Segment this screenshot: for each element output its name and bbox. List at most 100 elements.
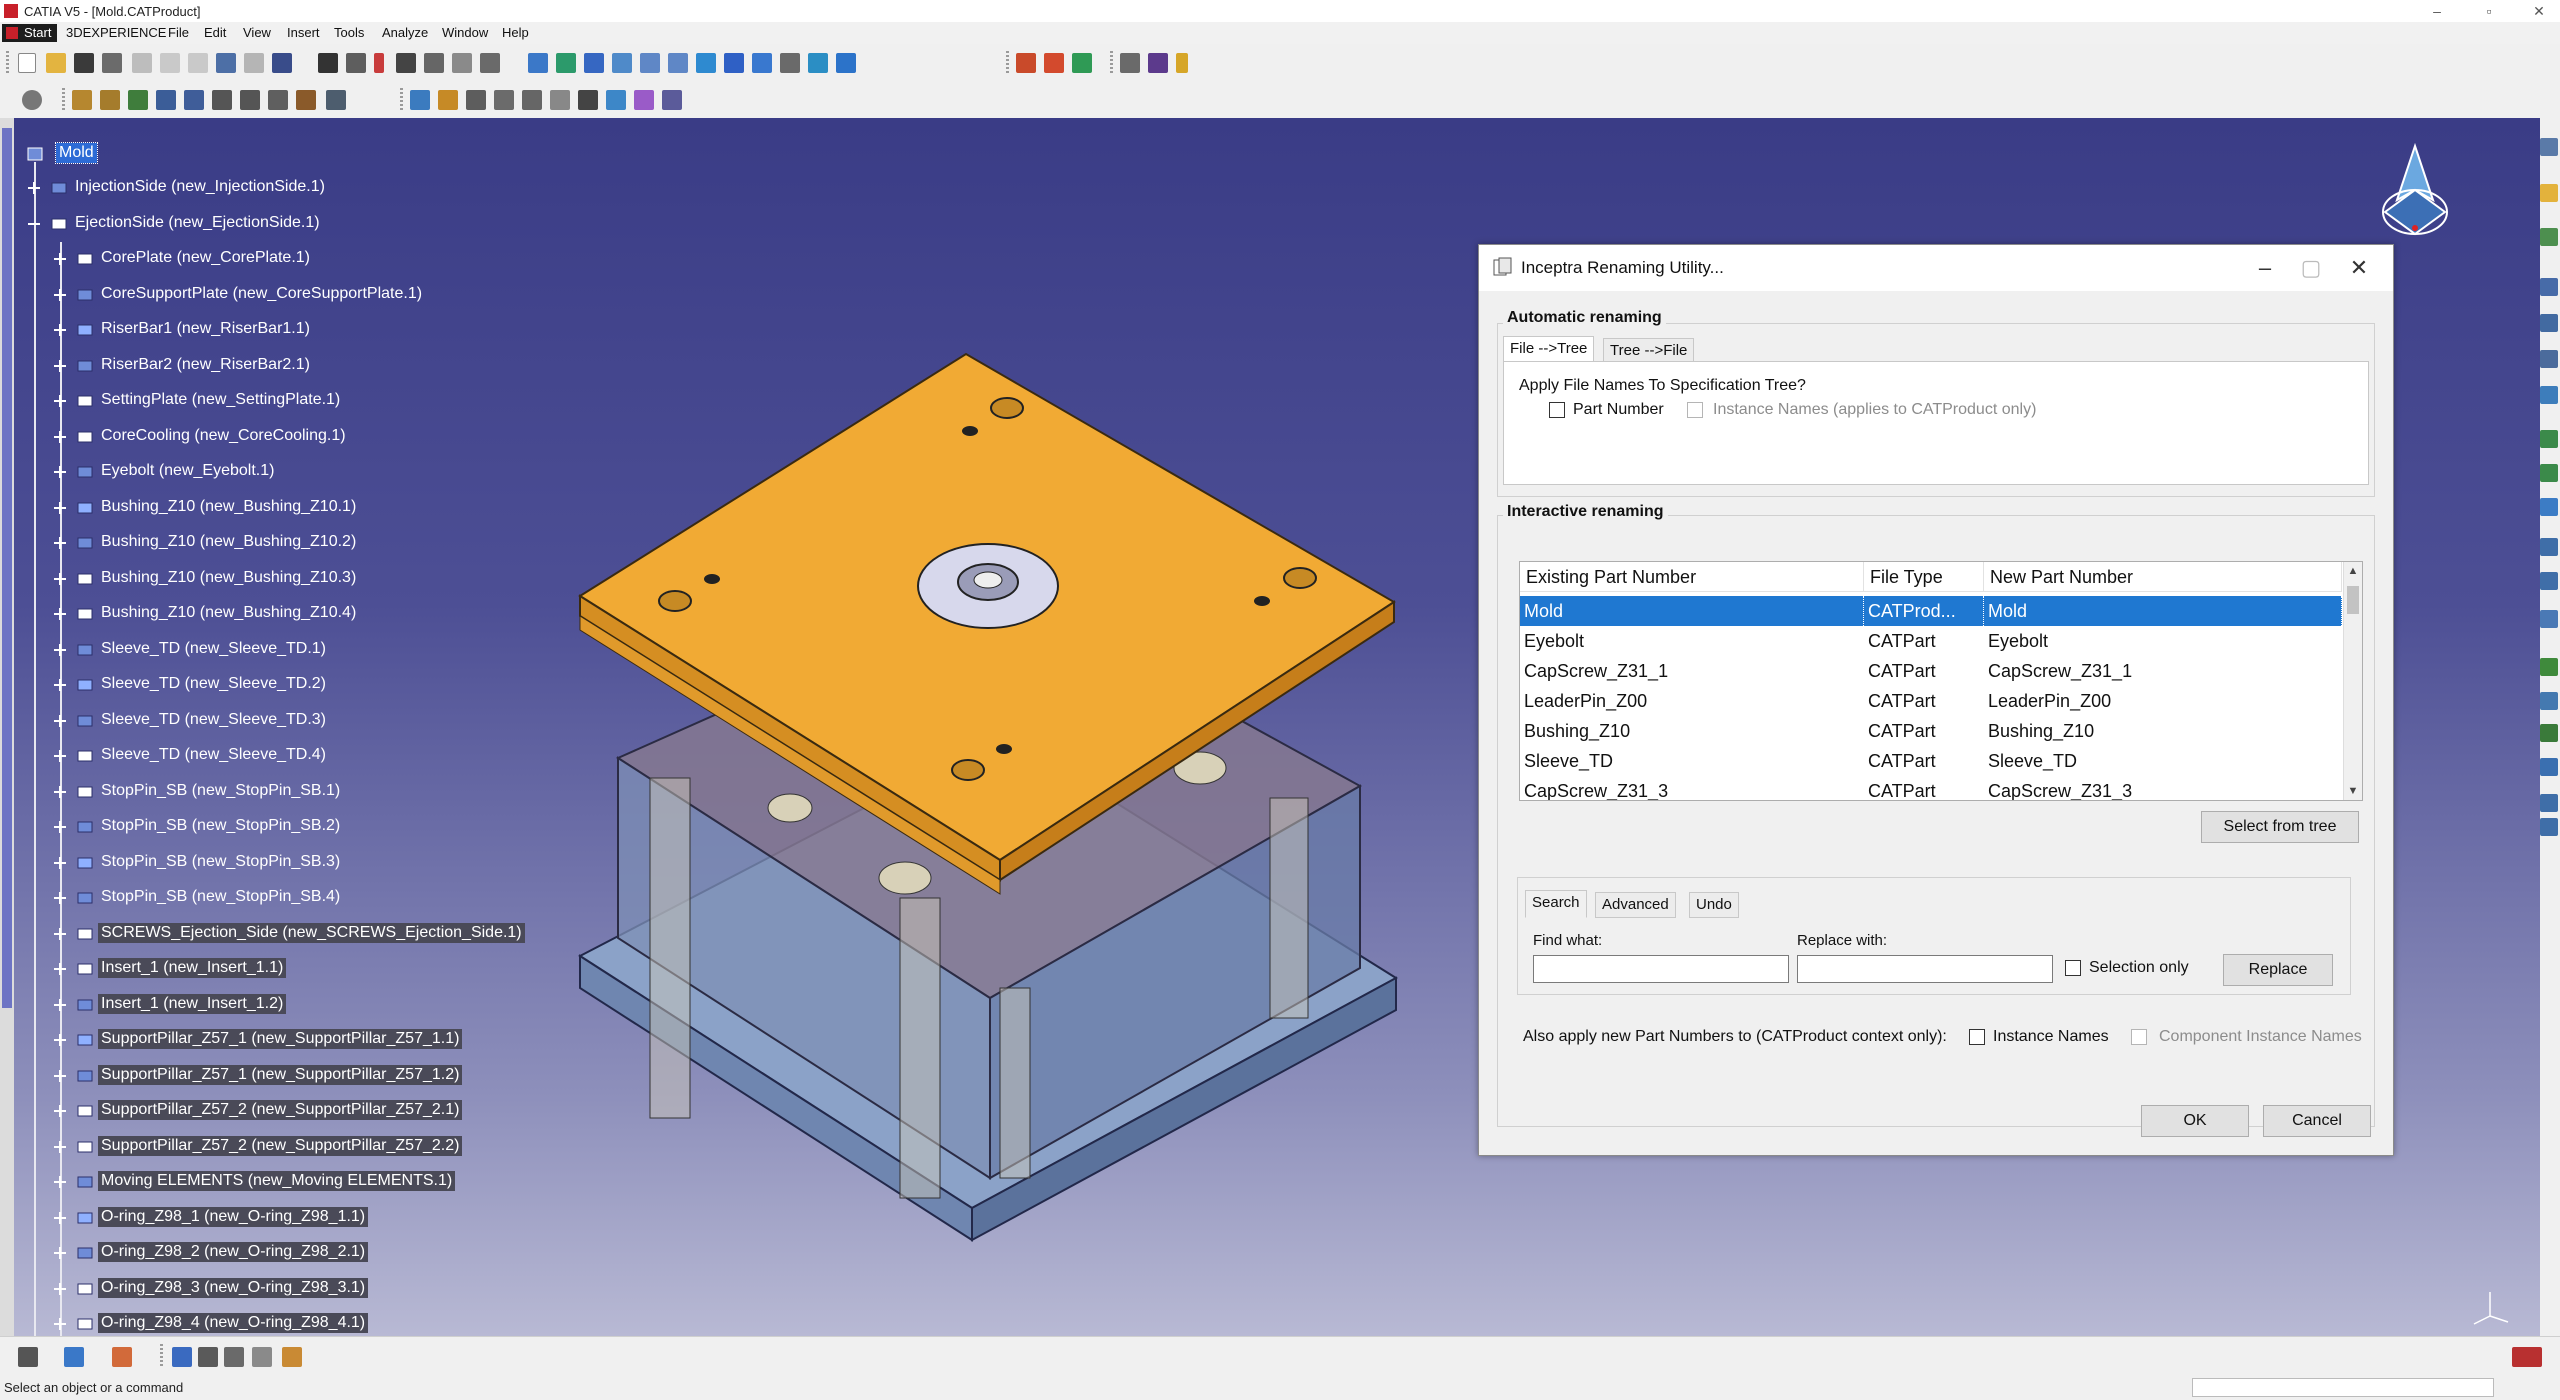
toolbar-grip[interactable] bbox=[1006, 51, 1009, 75]
menu-insert[interactable]: Insert bbox=[287, 25, 320, 40]
tool-4-icon[interactable] bbox=[2540, 350, 2558, 368]
menu-file[interactable]: File bbox=[168, 25, 189, 40]
sectioning-icon[interactable] bbox=[634, 90, 654, 110]
scroll-up-icon[interactable]: ▲ bbox=[2344, 562, 2362, 580]
line-icon[interactable] bbox=[198, 1347, 218, 1367]
formula-icon[interactable] bbox=[318, 53, 338, 73]
col-file-type[interactable]: File Type bbox=[1864, 562, 1984, 592]
start-menu[interactable]: Start bbox=[2, 24, 58, 42]
environment-icon[interactable] bbox=[1072, 53, 1092, 73]
new-icon[interactable] bbox=[18, 53, 36, 73]
render-icon[interactable] bbox=[1016, 53, 1036, 73]
compass-icon[interactable] bbox=[2375, 140, 2455, 250]
expand-icon[interactable] bbox=[54, 1318, 66, 1330]
tab-search[interactable]: Search bbox=[1525, 890, 1587, 918]
pan-icon[interactable] bbox=[584, 53, 604, 73]
expand-icon[interactable] bbox=[54, 999, 66, 1011]
expand-icon[interactable] bbox=[54, 395, 66, 407]
workbench-icon[interactable] bbox=[18, 1347, 38, 1367]
generate-numbering-icon[interactable] bbox=[240, 90, 260, 110]
update-icon[interactable] bbox=[22, 90, 42, 110]
constraint-icon[interactable] bbox=[522, 90, 542, 110]
fix-icon[interactable] bbox=[550, 90, 570, 110]
tool-3-icon[interactable] bbox=[2540, 314, 2558, 332]
iso-view-icon[interactable] bbox=[752, 53, 772, 73]
expand-icon[interactable] bbox=[54, 821, 66, 833]
expand-icon[interactable] bbox=[54, 750, 66, 762]
expand-icon[interactable] bbox=[54, 253, 66, 265]
tool-8-icon[interactable] bbox=[2540, 498, 2558, 516]
expand-icon[interactable] bbox=[54, 715, 66, 727]
multi-view-icon[interactable] bbox=[724, 53, 744, 73]
paste-icon[interactable] bbox=[188, 53, 208, 73]
instance-names-checkbox[interactable] bbox=[1969, 1029, 1985, 1045]
toolbar-grip[interactable] bbox=[1110, 51, 1113, 75]
catalog-icon[interactable] bbox=[452, 53, 472, 73]
tool-9-icon[interactable] bbox=[2540, 538, 2558, 556]
table-row[interactable]: CapScrew_Z31_1 CATPart CapScrew_Z31_1 bbox=[1520, 656, 2342, 686]
close-window-button[interactable]: ✕ bbox=[2522, 0, 2556, 22]
stop-manipulate-icon[interactable] bbox=[494, 90, 514, 110]
explode-icon[interactable] bbox=[466, 90, 486, 110]
measure-inertia-icon[interactable] bbox=[1176, 53, 1188, 73]
new-product-icon[interactable] bbox=[100, 90, 120, 110]
expand-icon[interactable] bbox=[54, 573, 66, 585]
normal-view-icon[interactable] bbox=[696, 53, 716, 73]
tree-scrollbar-thumb[interactable] bbox=[2, 128, 12, 1008]
command-input[interactable] bbox=[2192, 1378, 2494, 1397]
replace-button[interactable]: Replace bbox=[2223, 954, 2333, 986]
zoom-out-icon[interactable] bbox=[668, 53, 688, 73]
fit-all-icon[interactable] bbox=[556, 53, 576, 73]
tree-scrollbar[interactable] bbox=[0, 118, 14, 1336]
swap-space-icon[interactable] bbox=[836, 53, 856, 73]
tool-icon[interactable] bbox=[252, 1347, 272, 1367]
tab-advanced[interactable]: Advanced bbox=[1595, 892, 1676, 918]
open-icon[interactable] bbox=[46, 53, 66, 73]
expand-icon[interactable] bbox=[54, 537, 66, 549]
user-icon[interactable] bbox=[282, 1347, 302, 1367]
print-icon[interactable] bbox=[102, 53, 122, 73]
menu-analyze[interactable]: Analyze bbox=[382, 25, 428, 40]
menu-help[interactable]: Help bbox=[502, 25, 529, 40]
find-what-input[interactable] bbox=[1533, 955, 1789, 983]
new-component-icon[interactable] bbox=[72, 90, 92, 110]
expand-icon[interactable] bbox=[54, 679, 66, 691]
comment-icon[interactable] bbox=[346, 53, 366, 73]
expand-icon[interactable] bbox=[54, 1070, 66, 1082]
expand-icon[interactable] bbox=[54, 963, 66, 975]
expand-icon[interactable] bbox=[54, 502, 66, 514]
grid-icon[interactable] bbox=[112, 1347, 132, 1367]
expand-icon[interactable] bbox=[54, 1283, 66, 1295]
tool-10-icon[interactable] bbox=[2540, 572, 2558, 590]
tool-17-icon[interactable] bbox=[2540, 818, 2558, 836]
redo-icon[interactable] bbox=[244, 53, 264, 73]
ok-button[interactable]: OK bbox=[2141, 1105, 2249, 1137]
existing-component-icon[interactable] bbox=[156, 90, 176, 110]
expand-icon[interactable] bbox=[54, 431, 66, 443]
magnifier-icon[interactable] bbox=[224, 1347, 244, 1367]
expand-icon[interactable] bbox=[54, 1176, 66, 1188]
axis-icon[interactable] bbox=[172, 1347, 192, 1367]
tool-11-icon[interactable] bbox=[2540, 610, 2558, 628]
macro-icon[interactable] bbox=[480, 53, 500, 73]
cancel-button[interactable]: Cancel bbox=[2263, 1105, 2371, 1137]
measure-between-icon[interactable] bbox=[1120, 53, 1140, 73]
expand-icon[interactable] bbox=[54, 1034, 66, 1046]
expand-icon[interactable] bbox=[54, 1105, 66, 1117]
toolbar-grip[interactable] bbox=[160, 1344, 163, 1368]
expand-icon[interactable] bbox=[54, 289, 66, 301]
table-row[interactable]: CapScrew_Z31_3 CATPart CapScrew_Z31_3 bbox=[1520, 776, 2342, 800]
menu-edit[interactable]: Edit bbox=[204, 25, 226, 40]
manage-representations-icon[interactable] bbox=[296, 90, 316, 110]
scroll-down-icon[interactable]: ▼ bbox=[2344, 782, 2362, 800]
tool-2-icon[interactable] bbox=[2540, 278, 2558, 296]
measure-icon[interactable] bbox=[374, 53, 384, 73]
part-number-checkbox[interactable] bbox=[1549, 402, 1565, 418]
table-icon[interactable] bbox=[396, 53, 416, 73]
expand-icon[interactable] bbox=[54, 608, 66, 620]
tab-undo[interactable]: Undo bbox=[1689, 892, 1739, 918]
shading-icon[interactable] bbox=[780, 53, 800, 73]
expand-icon[interactable] bbox=[54, 786, 66, 798]
zoom-in-icon[interactable] bbox=[640, 53, 660, 73]
dialog-close-button[interactable]: ✕ bbox=[2337, 251, 2381, 285]
